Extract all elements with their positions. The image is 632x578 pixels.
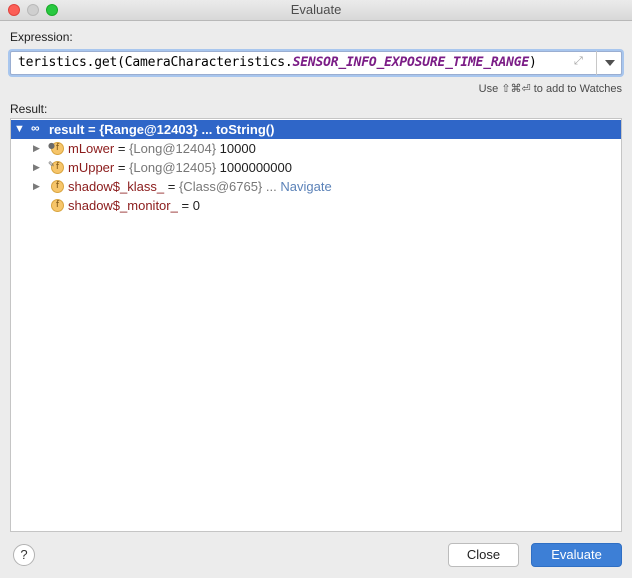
evaluate-button[interactable]: Evaluate [531,543,622,567]
field-name: mUpper [68,160,115,175]
history-dropdown-button[interactable] [596,51,623,75]
expand-arrow-icon[interactable]: ▼ [14,123,25,135]
collapsed-arrow-icon[interactable]: ▶ [33,181,40,192]
expression-prefix: teristics.get(CameraCharacteristics. [18,55,293,70]
field-name: shadow$_monitor_ [68,198,178,213]
expand-icon[interactable]: ⤢ [574,55,588,69]
field-icon: f [51,180,64,193]
title-bar: Evaluate [0,0,632,21]
tree-row[interactable]: f shadow$_monitor_ = 0 [11,196,621,215]
field-type: {Long@12405} [129,160,217,175]
expression-suffix: ) [529,55,537,70]
field-type: {Long@12404} [129,141,217,156]
expression-label: Expression: [10,30,73,44]
expression-text[interactable]: teristics.get(CameraCharacteristics.SENS… [18,55,537,70]
result-tree[interactable]: ▼ ∞ result = {Range@12403} ... toString(… [10,118,622,532]
tree-row[interactable]: ▶ ● f mLower = {Long@12404} 10000 [11,139,621,158]
tree-row[interactable]: ▶ ✎ f mUpper = {Long@12405} 1000000000 [11,158,621,177]
close-button[interactable]: Close [448,543,519,567]
navigate-link[interactable]: Navigate [280,179,331,194]
field-icon: f [51,199,64,212]
field-name: shadow$_klass_ [68,179,165,194]
result-label: Result: [10,102,48,116]
expression-constant: SENSOR_INFO_EXPOSURE_TIME_RANGE [292,55,530,70]
field-name: mLower [68,141,115,156]
field-value: 0 [192,198,200,213]
field-type: {Class@6765} [178,179,263,194]
watch-glasses-icon: ∞ [31,121,40,135]
tree-row[interactable]: ▶ f shadow$_klass_ = {Class@6765} ... Na… [11,177,621,196]
help-button[interactable]: ? [13,544,35,566]
field-value: 10000 [219,141,256,156]
result-root-text: result = {Range@12403} ... toString() [49,122,275,137]
collapsed-arrow-icon[interactable]: ▶ [33,143,40,154]
collapsed-arrow-icon[interactable]: ▶ [33,162,40,173]
field-value: ... [265,179,277,194]
field-value: 1000000000 [219,160,292,175]
window-title: Evaluate [290,2,342,17]
field-icon: ● f [48,141,64,155]
tree-row-result[interactable]: ▼ ∞ result = {Range@12403} ... toString(… [11,120,621,139]
expression-field[interactable]: teristics.get(CameraCharacteristics.SENS… [10,51,622,75]
watches-hint: Use ⇧⌘⏎ to add to Watches [478,83,622,95]
field-icon: ✎ f [48,160,64,174]
